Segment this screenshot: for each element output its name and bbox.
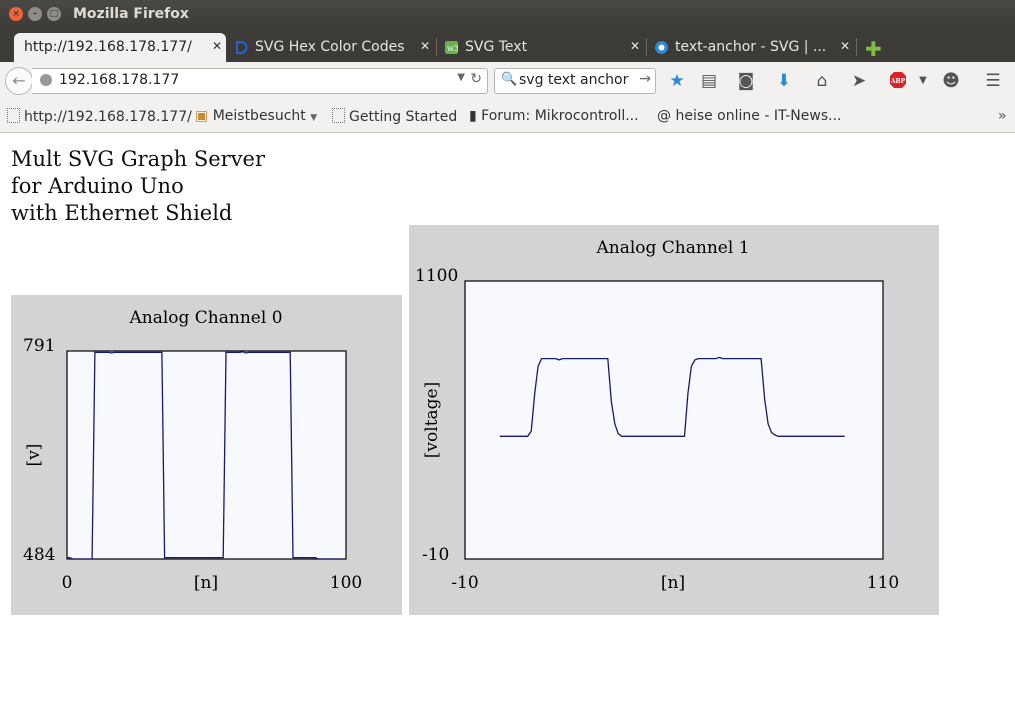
y-axis-label: [voltage]	[422, 382, 442, 458]
reload-icon[interactable]: ↻	[470, 71, 482, 87]
search-icon: 🔍	[501, 72, 518, 87]
tab-label: SVG Hex Color Codes	[255, 39, 405, 55]
search-go-icon[interactable]: →	[639, 71, 651, 87]
tab-divider	[646, 38, 647, 56]
at-icon: @	[657, 108, 671, 124]
tab-close-icon[interactable]: ✕	[840, 39, 850, 53]
smiley-icon[interactable]: ☻	[941, 71, 961, 91]
bookmark-label: Getting Started	[349, 109, 458, 125]
search-bar[interactable]: 🔍 svg text anchor →	[494, 68, 656, 94]
back-arrow-icon: ←	[12, 71, 26, 90]
url-text[interactable]: 192.168.178.177	[59, 72, 179, 88]
plot-area	[464, 280, 884, 560]
pocket-icon[interactable]: ◙	[736, 71, 756, 91]
send-icon[interactable]: ➤	[849, 71, 869, 91]
chart-analog-channel-1: Analog Channel 1 1100 -10 -10 110 [n] [v…	[409, 225, 939, 615]
y-tick-label: 484	[23, 545, 55, 565]
page-icon	[7, 108, 20, 123]
bookmark-star-icon[interactable]: ★	[667, 71, 687, 91]
bookmark-item[interactable]: @ heise online - IT-News...	[657, 108, 841, 124]
mdn-icon	[655, 41, 668, 54]
x-axis-label: [n]	[194, 573, 218, 593]
chevron-down-icon: ▼	[310, 113, 318, 123]
new-tab-icon[interactable]: ✚	[865, 37, 882, 61]
x-tick-label: 100	[330, 573, 362, 593]
bookmarks-overflow-icon[interactable]: »	[998, 108, 1007, 124]
tab-strip: http://192.168.178.177/ ✕ SVG Hex Color …	[0, 30, 1015, 62]
window-minimize-button[interactable]: –	[28, 7, 42, 21]
window-maximize-button[interactable]: □	[47, 7, 61, 21]
bookmark-item[interactable]: http://192.168.178.177/	[7, 108, 192, 125]
downloads-icon[interactable]: ⬇	[774, 71, 794, 91]
folder-icon: ▣	[195, 108, 209, 124]
x-tick-label: 110	[867, 573, 899, 593]
tab-text-anchor[interactable]: text-anchor - SVG | ... ✕	[650, 33, 854, 62]
home-icon[interactable]: ⌂	[812, 71, 832, 91]
bookmark-item[interactable]: Getting Started	[332, 108, 457, 125]
forum-icon: ▮	[469, 108, 477, 124]
svg-text:ABP: ABP	[890, 78, 906, 85]
x-tick-label: 0	[62, 573, 73, 593]
y-tick-label: -10	[422, 545, 449, 565]
tab-label: text-anchor - SVG | ...	[675, 39, 827, 55]
chart-title: Analog Channel 0	[128, 308, 282, 328]
adblock-icon[interactable]: ABP	[888, 71, 908, 94]
x-tick-label: -10	[451, 573, 478, 593]
bookmark-label: heise online - IT-News...	[675, 108, 842, 124]
tab-label: SVG Text	[465, 39, 528, 55]
window-close-button[interactable]: ×	[9, 7, 23, 21]
url-history-dropdown-icon[interactable]: ▼	[457, 72, 465, 83]
menu-icon[interactable]: ☰	[983, 71, 1003, 91]
page-content: Mult SVG Graph Server for Arduino Uno wi…	[0, 133, 1015, 704]
tab-close-icon[interactable]: ✕	[630, 39, 640, 53]
tab-svg-text[interactable]: w3 SVG Text ✕	[440, 33, 644, 62]
w3-icon: w3	[445, 41, 458, 54]
tab-close-icon[interactable]: ✕	[420, 39, 430, 53]
window-title: Mozilla Firefox	[73, 6, 189, 22]
tab-divider	[856, 38, 857, 56]
y-tick-label: 1100	[415, 266, 458, 286]
bookmark-label: http://192.168.178.177/	[24, 109, 192, 125]
url-bar[interactable]: 192.168.178.177 ▼ ↻	[32, 68, 488, 94]
page-title-line: Mult SVG Graph Server	[11, 147, 266, 171]
search-input[interactable]: svg text anchor	[519, 72, 628, 88]
bookmark-folder-most-visited[interactable]: ▣ Meistbesucht ▼	[195, 108, 317, 124]
plot-area	[66, 350, 347, 560]
back-button[interactable]: ←	[5, 67, 33, 95]
y-axis-label: [v]	[24, 444, 44, 467]
bookmark-label: Forum: Mikrocontroll...	[481, 108, 639, 124]
d-logo-icon	[236, 41, 248, 54]
bookmark-item[interactable]: ▮ Forum: Mikrocontroll...	[469, 108, 639, 124]
globe-icon	[40, 74, 52, 86]
y-tick-label: 791	[23, 336, 55, 356]
bookmark-label: Meistbesucht	[212, 108, 306, 124]
page-title: Mult SVG Graph Server for Arduino Uno wi…	[11, 146, 265, 227]
bookmarks-toolbar: http://192.168.178.177/ ▣ Meistbesucht ▼…	[0, 100, 1015, 133]
tab-label: http://192.168.178.177/	[24, 39, 192, 55]
tab-svg-hex-color-codes[interactable]: SVG Hex Color Codes ✕	[230, 33, 434, 62]
reading-list-icon[interactable]: ▤	[699, 71, 719, 91]
x-axis-label: [n]	[661, 573, 685, 593]
tab-close-icon[interactable]: ✕	[212, 39, 222, 53]
navigation-toolbar: ← 192.168.178.177 ▼ ↻ 🔍 svg text anchor …	[0, 62, 1015, 100]
tab-divider	[436, 38, 437, 56]
adblock-dropdown-icon[interactable]: ▼	[913, 75, 933, 86]
page-icon	[332, 108, 345, 123]
page-title-line: with Ethernet Shield	[11, 201, 233, 225]
chart-analog-channel-0: Analog Channel 0 791 484 0 100 [n] [v]	[11, 295, 402, 615]
page-title-line: for Arduino Uno	[11, 174, 184, 198]
tab-arduino[interactable]: http://192.168.178.177/ ✕	[14, 33, 226, 62]
chart-title: Analog Channel 1	[595, 238, 749, 258]
window-titlebar: × – □ Mozilla Firefox	[0, 0, 1015, 30]
svg-text:w3: w3	[447, 44, 458, 53]
